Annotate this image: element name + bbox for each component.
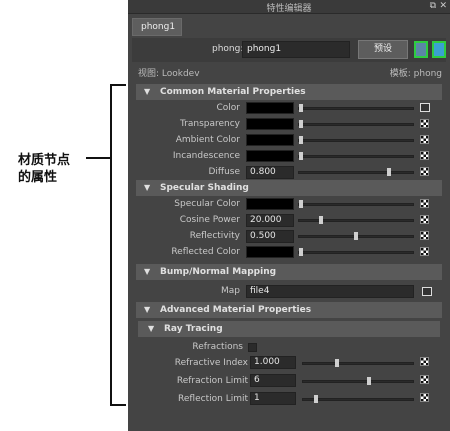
map-button-icon[interactable] [420,103,430,112]
attr-label: Incandescence [172,151,240,161]
refraction-limit-label: Refraction Limit [176,376,248,386]
number-field[interactable]: 0.800 [246,166,294,179]
expand-triangle-icon: ▼ [144,87,151,96]
tab-phong1[interactable]: phong1 [132,18,182,36]
section-title: Bump/Normal Mapping [160,267,277,277]
slider-knob[interactable] [299,248,303,256]
map-texture-icon[interactable] [420,167,429,176]
expand-triangle-icon: ▼ [144,305,151,314]
map-texture-icon[interactable] [420,215,429,224]
template-label: 模板: phong [389,69,442,79]
section-common-material-properties[interactable]: ▼ Common Material Properties [136,84,442,100]
node-type-label: phong: [212,44,244,54]
reflection-limit-field[interactable]: 1 [250,392,296,405]
slider-knob[interactable] [354,232,358,240]
color-swatch[interactable] [246,134,294,146]
slider-knob[interactable] [335,359,339,367]
slider-knob[interactable] [299,136,303,144]
color-swatch[interactable] [246,102,294,114]
section-title: Advanced Material Properties [160,305,312,315]
callout-label: 材质节点 的属性 [18,153,71,185]
attr-label: Color [216,103,241,113]
refraction-limit-slider[interactable] [302,377,414,385]
view-row: 视图: Lookdev 模板: phong [138,66,442,80]
attr-slider[interactable] [298,120,414,128]
expand-triangle-icon: ▼ [144,267,151,276]
presets-button[interactable]: 预设 [358,40,408,59]
section-specular-shading[interactable]: ▼ Specular Shading [136,180,442,196]
attr-label: Diffuse [208,167,240,177]
float-icon[interactable]: ⧉ [430,1,436,11]
slider-knob[interactable] [299,200,303,208]
map-button-icon[interactable] [422,287,432,296]
refraction-limit-field[interactable]: 6 [250,374,296,387]
map-texture-icon[interactable] [420,231,429,240]
attr-slider[interactable] [298,216,414,224]
slider-knob[interactable] [314,395,318,403]
map-texture-icon[interactable] [420,247,429,256]
show-input-node-icon[interactable] [414,41,428,58]
slider-knob[interactable] [299,152,303,160]
refractive-index-label: Refractive Index [174,358,248,368]
refractions-label: Refractions [192,342,243,352]
map-input[interactable]: file4 [246,285,414,298]
callout-bracket [110,84,126,406]
attr-slider[interactable] [298,248,414,256]
attr-slider[interactable] [298,104,414,112]
map-texture-icon[interactable] [420,151,429,160]
attr-slider[interactable] [298,232,414,240]
close-icon[interactable]: ✕ [439,1,447,11]
map-label: Map [221,286,240,296]
map-texture-icon[interactable] [420,393,429,402]
attr-slider[interactable] [298,152,414,160]
window-title: 特性编辑器 [266,4,312,14]
screenshot-root: 材质节点 的属性 特性编辑器 ⧉ ✕ phong1 phong: phong1 … [0,0,450,431]
attribute-editor-panel: 特性编辑器 ⧉ ✕ phong1 phong: phong1 预设 视图: Lo… [128,0,450,431]
number-field[interactable]: 20.000 [246,214,294,227]
show-output-node-icon[interactable] [432,41,446,58]
attr-label: Specular Color [174,199,240,209]
attr-label: Transparency [179,119,240,129]
map-texture-icon[interactable] [420,119,429,128]
map-texture-icon[interactable] [420,357,429,366]
section-bump-normal-mapping[interactable]: ▼ Bump/Normal Mapping [136,264,442,280]
map-texture-icon[interactable] [420,199,429,208]
map-texture-icon[interactable] [420,135,429,144]
section-title: Specular Shading [160,183,249,193]
attr-label: Reflectivity [189,231,240,241]
attr-slider[interactable] [298,168,414,176]
node-name-row: phong: phong1 预设 [132,38,446,62]
slider-knob[interactable] [299,120,303,128]
refractive-index-slider[interactable] [302,359,414,367]
node-name-input[interactable]: phong1 [242,41,350,58]
section-title: Common Material Properties [160,87,306,97]
slider-knob[interactable] [367,377,371,385]
slider-knob[interactable] [299,104,303,112]
attr-label: Ambient Color [175,135,240,145]
color-swatch[interactable] [246,198,294,210]
reflection-limit-slider[interactable] [302,395,414,403]
slider-knob[interactable] [387,168,391,176]
refractive-index-field[interactable]: 1.000 [250,356,296,369]
subsection-ray-tracing[interactable]: ▼ Ray Tracing [138,321,440,337]
section-advanced-material-properties[interactable]: ▼ Advanced Material Properties [136,302,442,318]
color-swatch[interactable] [246,118,294,130]
attr-label: Cosine Power [179,215,240,225]
refractions-checkbox[interactable] [248,343,257,352]
number-field[interactable]: 0.500 [246,230,294,243]
slider-knob[interactable] [319,216,323,224]
reflection-limit-label: Reflection Limit [178,394,248,404]
window-titlebar: 特性编辑器 ⧉ ✕ [128,0,450,14]
color-swatch[interactable] [246,150,294,162]
color-swatch[interactable] [246,246,294,258]
callout-pointer-line [86,157,111,159]
attr-slider[interactable] [298,136,414,144]
view-label: 视图: Lookdev [138,69,200,79]
expand-triangle-icon: ▼ [148,324,155,333]
expand-triangle-icon: ▼ [144,183,151,192]
map-texture-icon[interactable] [420,375,429,384]
attr-label: Reflected Color [171,247,240,257]
attr-slider[interactable] [298,200,414,208]
subsection-title: Ray Tracing [164,324,223,334]
